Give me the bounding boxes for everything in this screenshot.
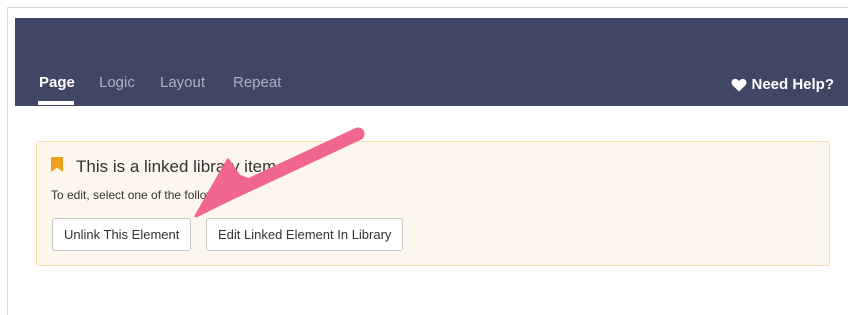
bookmark-icon bbox=[51, 157, 63, 172]
unlink-element-button[interactable]: Unlink This Element bbox=[52, 218, 192, 251]
heart-icon bbox=[731, 78, 747, 91]
edit-linked-element-button[interactable]: Edit Linked Element In Library bbox=[206, 218, 404, 251]
tab-repeat[interactable]: Repeat bbox=[233, 74, 281, 91]
need-help-link[interactable]: Need Help? bbox=[731, 76, 834, 93]
tab-logic[interactable]: Logic bbox=[99, 74, 135, 91]
notice-subtitle: To edit, select one of the following: bbox=[51, 188, 235, 202]
tab-layout[interactable]: Layout bbox=[160, 74, 205, 91]
need-help-label: Need Help? bbox=[751, 76, 834, 93]
active-tab-indicator bbox=[38, 101, 74, 105]
notice-title: This is a linked library item bbox=[76, 157, 277, 176]
header-bar bbox=[15, 18, 848, 106]
tab-page[interactable]: Page bbox=[39, 74, 75, 91]
